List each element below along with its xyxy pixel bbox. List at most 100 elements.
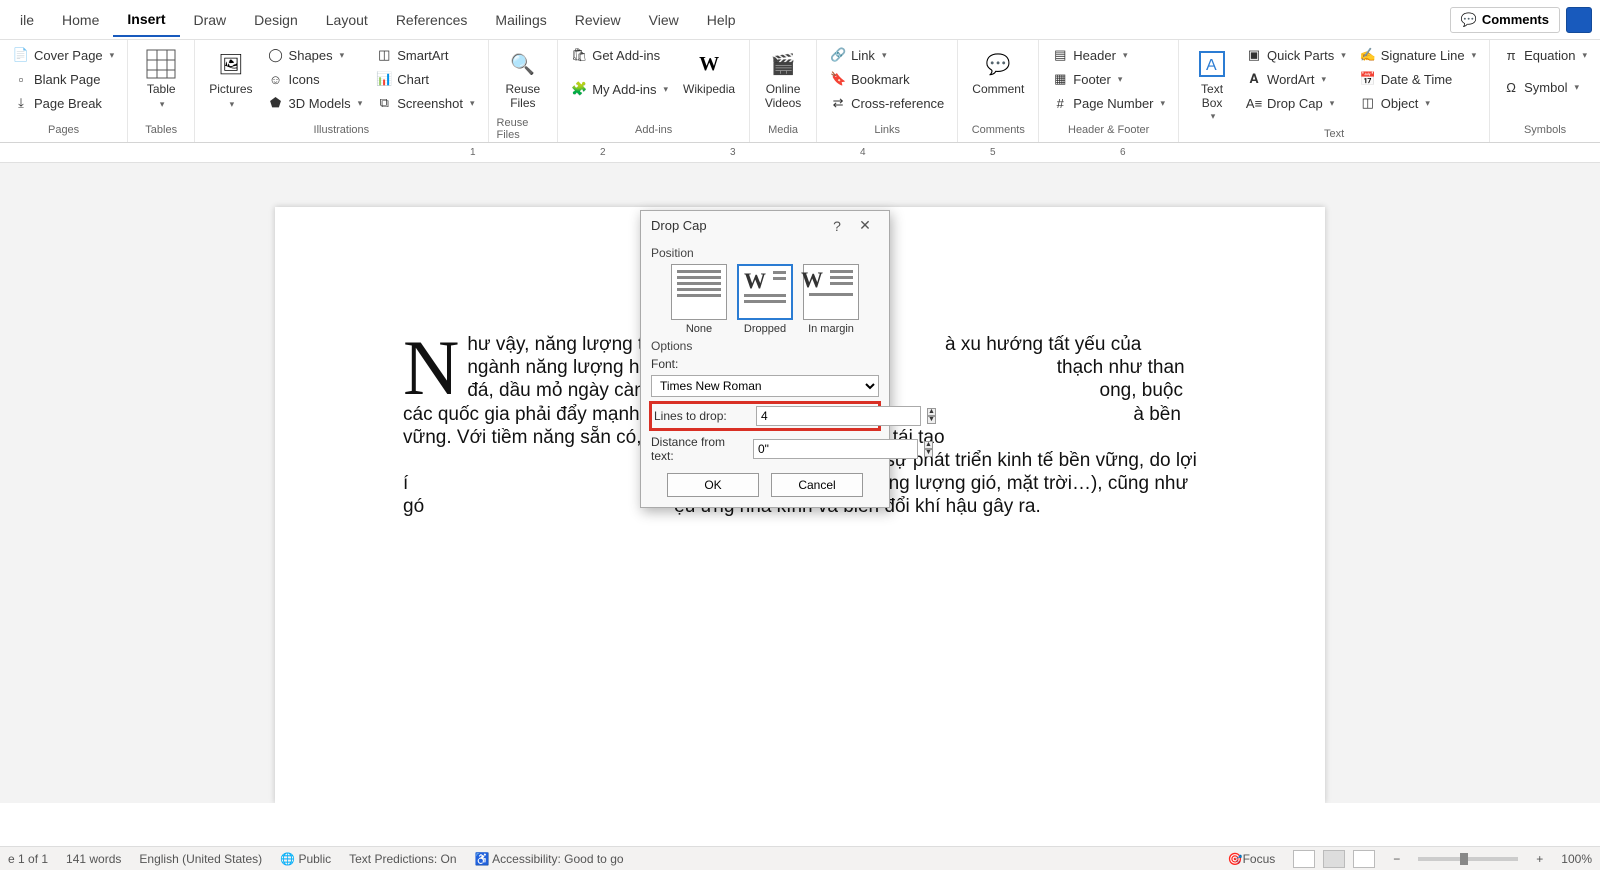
object-button[interactable]: ◫Object▾ xyxy=(1355,92,1481,114)
zoom-out[interactable]: − xyxy=(1393,852,1400,866)
dialog-help-button[interactable]: ? xyxy=(823,218,851,234)
dialog-title: Drop Cap xyxy=(651,218,707,233)
status-focus[interactable]: 🎯Focus xyxy=(1228,852,1276,866)
tab-help[interactable]: Help xyxy=(693,4,750,36)
online-videos-button[interactable]: 🎬 Online Videos xyxy=(758,44,808,115)
ruler: 1 2 3 4 5 6 xyxy=(0,143,1600,163)
group-comments: 💬 Comment Comments xyxy=(958,40,1039,142)
zoom-value[interactable]: 100% xyxy=(1561,852,1592,866)
wordart-button[interactable]: 𝐀WordArt▾ xyxy=(1241,68,1351,90)
focus-icon: 🎯 xyxy=(1228,852,1243,866)
tab-design[interactable]: Design xyxy=(240,4,312,36)
drop-cap-button[interactable]: A≡Drop Cap▾ xyxy=(1241,92,1351,114)
distance-input[interactable] xyxy=(753,439,918,459)
view-web-layout[interactable] xyxy=(1353,850,1375,868)
symbol-button[interactable]: ΩSymbol▾ xyxy=(1498,76,1592,98)
smartart-button[interactable]: ◫SmartArt xyxy=(371,44,479,66)
get-addins[interactable]: 🛍Get Add-ins xyxy=(566,44,673,66)
position-in-margin[interactable]: W In margin xyxy=(803,264,859,335)
footer-button[interactable]: ▦Footer▾ xyxy=(1047,68,1170,90)
object-icon: ◫ xyxy=(1360,95,1376,111)
status-page[interactable]: e 1 of 1 xyxy=(8,852,48,866)
tab-references[interactable]: References xyxy=(382,4,482,36)
comments-button[interactable]: 💬 Comments xyxy=(1450,7,1560,33)
tab-layout[interactable]: Layout xyxy=(312,4,382,36)
zoom-in[interactable]: + xyxy=(1536,852,1543,866)
group-header-footer: ▤Header▾ ▦Footer▾ #Page Number▾ Header &… xyxy=(1039,40,1179,142)
accessibility-icon: ♿ xyxy=(475,852,490,866)
font-select[interactable]: Times New Roman xyxy=(651,375,879,397)
my-addins[interactable]: 🧩My Add-ins▾ xyxy=(566,78,673,100)
status-accessibility[interactable]: ♿ Accessibility: Good to go xyxy=(475,852,624,866)
link-icon: 🔗 xyxy=(830,47,846,63)
date-icon: 📅 xyxy=(1360,71,1376,87)
view-print-layout[interactable] xyxy=(1323,850,1345,868)
group-label-hf: Header & Footer xyxy=(1068,122,1149,138)
group-illustrations: 🖼 Pictures▾ ◯Shapes▾ ☺Icons ⬟3D Models▾ … xyxy=(195,40,488,142)
screenshot-icon: ⧉ xyxy=(376,95,392,111)
icons-icon: ☺ xyxy=(268,71,284,87)
wikipedia-button[interactable]: W Wikipedia xyxy=(677,44,741,100)
drop-cap-icon: A≡ xyxy=(1246,95,1262,111)
status-words[interactable]: 141 words xyxy=(66,852,121,866)
tab-home[interactable]: Home xyxy=(48,4,113,36)
signature-line-button[interactable]: ✍Signature Line▾ xyxy=(1355,44,1481,66)
shapes-button[interactable]: ◯Shapes▾ xyxy=(263,44,368,66)
tab-insert[interactable]: Insert xyxy=(113,3,179,37)
distance-label: Distance from text: xyxy=(651,435,747,463)
cross-reference-button[interactable]: ⇄Cross-reference xyxy=(825,92,949,114)
quick-parts-button[interactable]: ▣Quick Parts▾ xyxy=(1241,44,1351,66)
group-links: 🔗Link▾ 🔖Bookmark ⇄Cross-reference Links xyxy=(817,40,958,142)
distance-spinner[interactable]: ▲▼ xyxy=(924,441,933,457)
share-button[interactable] xyxy=(1566,7,1592,33)
status-lang[interactable]: English (United States) xyxy=(139,852,262,866)
comment-icon: 💬 xyxy=(982,48,1014,80)
equation-button[interactable]: πEquation▾ xyxy=(1498,44,1592,66)
header-button[interactable]: ▤Header▾ xyxy=(1047,44,1170,66)
screenshot-button[interactable]: ⧉Screenshot▾ xyxy=(371,92,479,114)
position-none[interactable]: None xyxy=(671,264,727,335)
group-label-addins: Add-ins xyxy=(635,122,672,138)
tab-view[interactable]: View xyxy=(635,4,693,36)
view-read-mode[interactable] xyxy=(1293,850,1315,868)
table-button[interactable]: Table▾ xyxy=(136,44,186,115)
group-text: A Text Box▾ ▣Quick Parts▾ 𝐀WordArt▾ A≡Dr… xyxy=(1179,40,1490,142)
status-public[interactable]: 🌐 Public xyxy=(280,852,331,866)
crossref-icon: ⇄ xyxy=(830,95,846,111)
tab-draw[interactable]: Draw xyxy=(180,4,241,36)
position-dropped[interactable]: W Dropped xyxy=(737,264,793,335)
tab-review[interactable]: Review xyxy=(561,4,635,36)
link-button[interactable]: 🔗Link▾ xyxy=(825,44,949,66)
lines-spinner[interactable]: ▲▼ xyxy=(927,408,936,424)
new-comment-button[interactable]: 💬 Comment xyxy=(966,44,1030,100)
reuse-files-button[interactable]: 🔍 Reuse Files xyxy=(498,44,548,115)
chart-button[interactable]: 📊Chart xyxy=(371,68,479,90)
tab-file[interactable]: ile xyxy=(6,4,48,36)
zoom-slider[interactable] xyxy=(1418,857,1518,861)
group-symbols: πEquation▾ ΩSymbol▾ Symbols xyxy=(1490,40,1600,142)
ribbon: 📄Cover Page▾ ▫Blank Page ⤓Page Break Pag… xyxy=(0,40,1600,143)
bookmark-button[interactable]: 🔖Bookmark xyxy=(825,68,949,90)
date-time-button[interactable]: 📅Date & Time xyxy=(1355,68,1481,90)
pictures-button[interactable]: 🖼 Pictures▾ xyxy=(203,44,258,115)
text-box-button[interactable]: A Text Box▾ xyxy=(1187,44,1237,126)
cancel-button[interactable]: Cancel xyxy=(771,473,863,497)
smartart-icon: ◫ xyxy=(376,47,392,63)
page-number-button[interactable]: #Page Number▾ xyxy=(1047,92,1170,114)
video-icon: 🎬 xyxy=(767,48,799,80)
dialog-close-button[interactable]: ✕ xyxy=(851,217,879,234)
page-break[interactable]: ⤓Page Break xyxy=(8,92,119,114)
status-predictions[interactable]: Text Predictions: On xyxy=(349,852,456,866)
svg-text:A: A xyxy=(1206,57,1217,74)
equation-icon: π xyxy=(1503,47,1519,63)
ok-button[interactable]: OK xyxy=(667,473,759,497)
3d-models-button[interactable]: ⬟3D Models▾ xyxy=(263,92,368,114)
tab-mailings[interactable]: Mailings xyxy=(481,4,560,36)
blank-page[interactable]: ▫Blank Page xyxy=(8,68,119,90)
dialog-titlebar[interactable]: Drop Cap ? ✕ xyxy=(641,211,889,240)
cover-page[interactable]: 📄Cover Page▾ xyxy=(8,44,119,66)
lines-to-drop-input[interactable] xyxy=(756,406,921,426)
icons-button[interactable]: ☺Icons xyxy=(263,68,368,90)
shapes-icon: ◯ xyxy=(268,47,284,63)
group-label-pages: Pages xyxy=(48,122,79,138)
